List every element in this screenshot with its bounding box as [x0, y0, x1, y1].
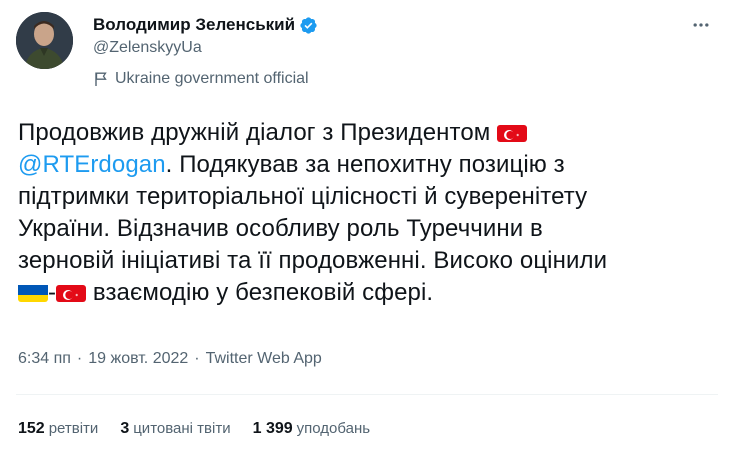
quote-tweets-stat[interactable]: 3 цитовані твіти	[120, 420, 230, 438]
turkey-flag-emoji	[497, 122, 528, 142]
tweet-date[interactable]: 19 жовт. 2022	[88, 350, 188, 368]
tweet-text-line: підтримки територіальної цілісності й су…	[18, 183, 588, 210]
likes-stat[interactable]: 1 399 уподобань	[253, 420, 370, 438]
tweet-meta: 6:34 пп · 19 жовт. 2022 · Twitter Web Ap…	[18, 350, 322, 368]
ukraine-flag-emoji	[18, 282, 48, 302]
tweet-header: Володимир Зеленський @ZelenskyyUa	[16, 12, 718, 72]
meta-separator: ·	[194, 350, 200, 367]
mention-link[interactable]: @RTErdogan	[18, 151, 166, 178]
tweet-text-line: Продовжив дружній діалог з Президентом	[18, 119, 491, 146]
tweet-text-line: зерновій ініціативі та її продовженні. В…	[18, 247, 608, 274]
display-name[interactable]: Володимир Зеленський	[93, 15, 295, 35]
more-dots-icon	[693, 23, 709, 27]
tweet-text-line: взаємодію у безпековій сфері.	[86, 279, 434, 306]
tweet-text-line: України. Відзначив особливу роль Туреччи…	[18, 215, 543, 242]
divider	[16, 394, 718, 395]
retweets-stat[interactable]: 152 ретвіти	[18, 420, 98, 438]
affiliation-text: Ukraine government official	[115, 70, 309, 87]
tweet-stats: 152 ретвіти 3 цитовані твіти 1 399 уподо…	[18, 420, 392, 438]
retweets-label: ретвіти	[48, 420, 99, 437]
likes-count: 1 399	[252, 420, 293, 437]
quotes-count: 3	[120, 420, 130, 437]
tweet-time[interactable]: 6:34 пп	[18, 350, 71, 368]
tweet-text-line: . Подякував за непохитну позицію з	[165, 151, 565, 178]
avatar[interactable]	[16, 12, 73, 69]
tweet-source[interactable]: Twitter Web App	[206, 350, 322, 368]
verified-badge-icon	[299, 16, 318, 35]
user-handle[interactable]: @ZelenskyyUa	[93, 39, 318, 57]
meta-separator: ·	[76, 350, 83, 367]
likes-label: уподобань	[296, 420, 371, 437]
retweets-count: 152	[18, 420, 45, 437]
flag-outline-icon	[95, 72, 107, 86]
author-info: Володимир Зеленський @ZelenskyyUa	[93, 14, 318, 57]
tweet-text: Продовжив дружній діалог з Президентом @…	[18, 117, 718, 309]
tweet-dash: -	[48, 279, 57, 306]
turkey-flag-emoji	[56, 282, 87, 302]
affiliation-label[interactable]: Ukraine government official	[93, 70, 309, 88]
more-options-button[interactable]	[688, 12, 714, 38]
quotes-label: цитовані твіти	[133, 420, 231, 437]
